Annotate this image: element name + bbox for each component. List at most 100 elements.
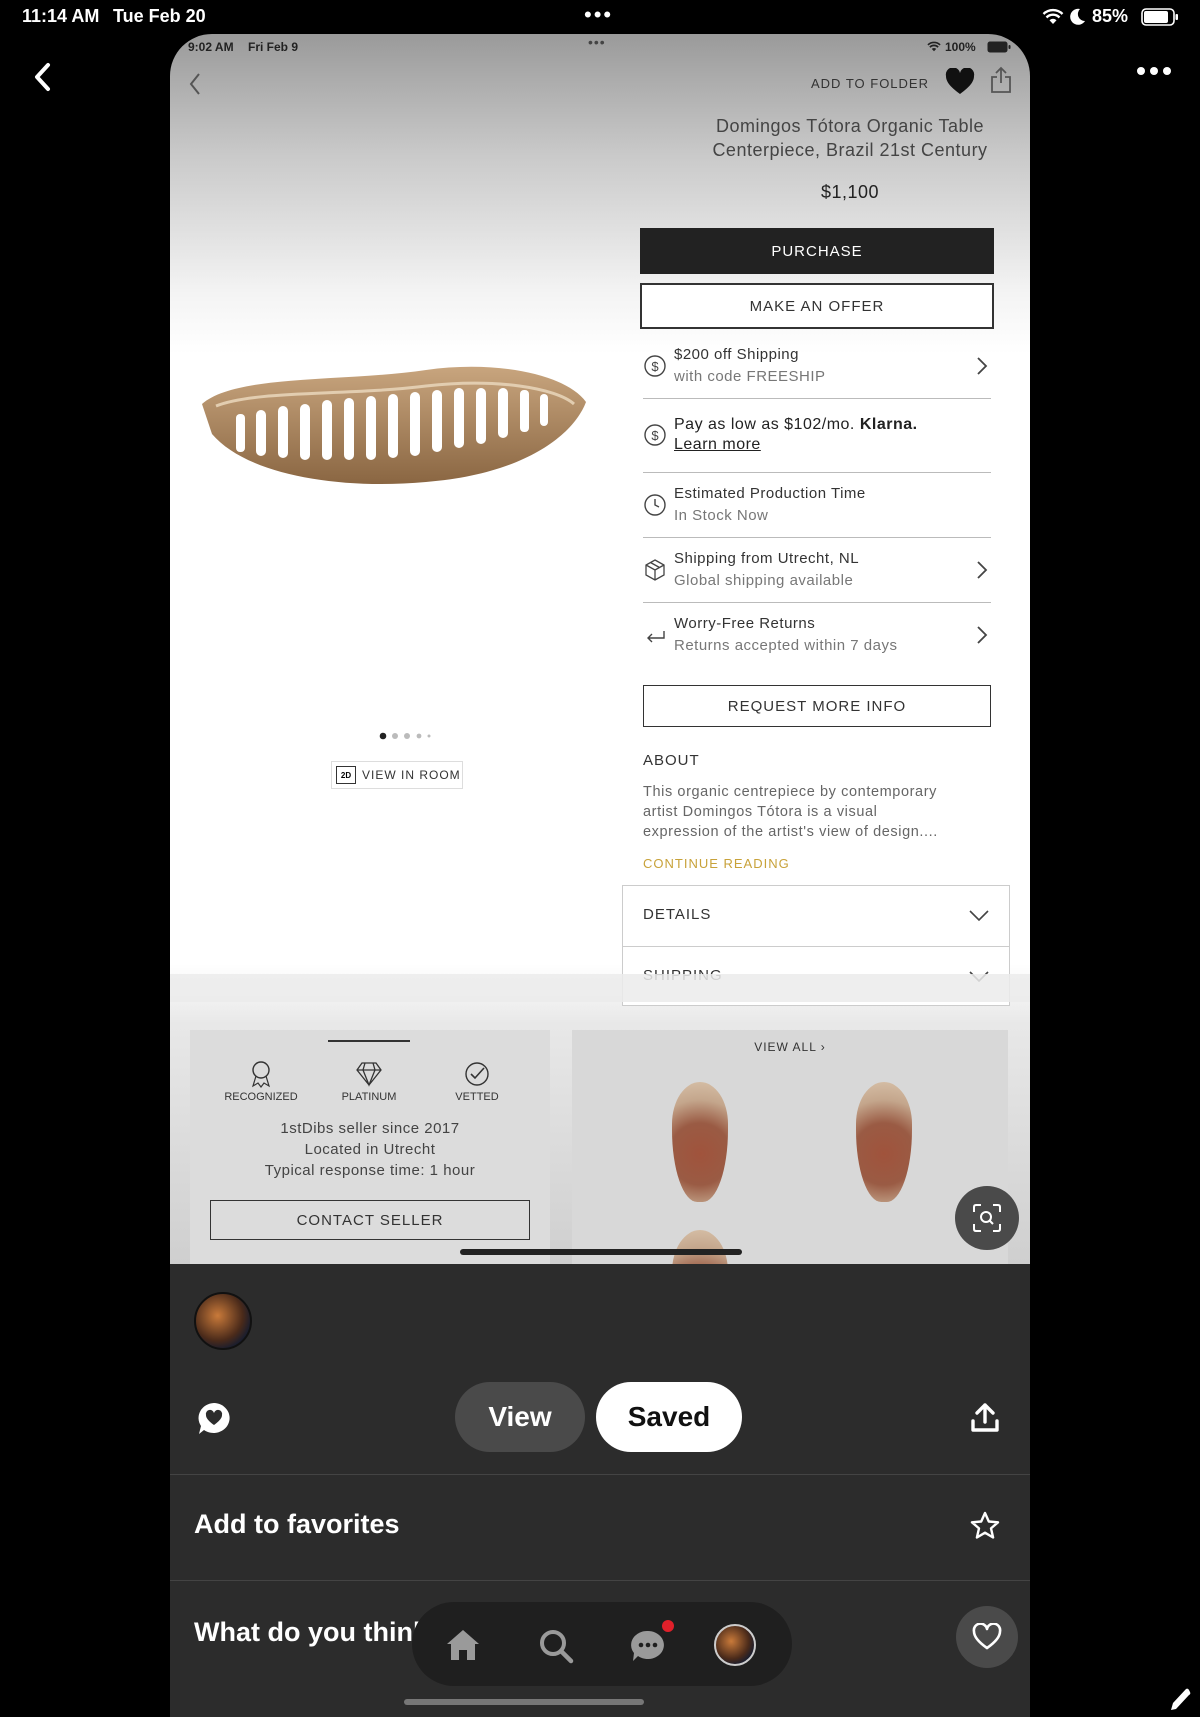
comment-heart-icon[interactable] [196,1401,232,1437]
make-offer-button[interactable]: MAKE AN OFFER [640,283,994,329]
returns-title: Worry-Free Returns [674,615,816,632]
shipping-promo-row[interactable]: $ $200 off Shipping with code FREESHIP [643,334,991,399]
carousel-indicator [328,1040,410,1042]
seller-response-time: Typical response time: 1 hour [264,1162,476,1179]
shipping-origin-title: Shipping from Utrecht, NL [674,550,860,567]
dollar-circle-icon: $ [644,355,666,377]
saved-button[interactable]: Saved [596,1382,742,1452]
details-label: DETAILS [643,906,712,923]
returns-row[interactable]: Worry-Free Returns Returns accepted with… [643,603,991,668]
back-chevron-icon[interactable] [32,62,52,92]
outer-battery-percent: 85% [1092,6,1129,26]
2d-badge-icon: 2D [336,766,356,784]
continue-reading-link[interactable]: CONTINUE READING [643,856,790,871]
details-accordion[interactable]: DETAILS [622,885,1010,947]
notification-dot [662,1620,674,1632]
clock-icon [644,494,666,516]
pin-action-sheet: View Saved Add to favorites What do you … [170,1264,1030,1717]
like-button[interactable] [956,1606,1018,1668]
seller-since: 1stDibs seller since 2017 [280,1120,460,1137]
shipping-origin-subtitle: Global shipping available [674,572,854,589]
heart-filled-icon[interactable] [945,68,975,96]
related-item-image[interactable] [672,1230,728,1264]
more-options-icon[interactable] [1136,64,1172,76]
about-heading: ABOUT [643,752,700,769]
svg-text:$: $ [651,428,659,443]
product-title: Domingos Tótora Organic Table Centerpiec… [712,116,988,160]
shipping-promo-title: $200 off Shipping [674,346,799,363]
view-in-room-button[interactable]: 2D VIEW IN ROOM [331,761,463,789]
pencil-icon[interactable] [1168,1686,1192,1712]
badge-recognized: RECOGNIZED [216,1060,306,1103]
moon-icon [1070,8,1085,25]
inner-home-indicator [460,1249,742,1255]
home-indicator [404,1699,644,1705]
chevron-right-icon [977,561,988,579]
avatar[interactable] [194,1292,252,1350]
wifi-icon [1042,8,1064,24]
klarna-brand: Klarna. [859,416,918,433]
divider [170,1474,1030,1475]
badge-vetted: VETTED [432,1060,522,1103]
seller-location: Located in Utrecht [304,1141,436,1158]
profile-avatar[interactable] [714,1624,756,1666]
inner-wifi-icon [927,41,941,52]
ribbon-icon [251,1061,271,1088]
screen: 11:14 AM Tue Feb 20 ••• 85% 9:02 AM Fri … [0,0,1200,1717]
production-time-title: Estimated Production Time [674,485,866,502]
purchase-button[interactable]: PURCHASE [640,228,994,274]
battery-icon [1141,8,1178,26]
request-more-info-button[interactable]: REQUEST MORE INFO [643,685,991,727]
inner-multitask-dots-icon: ••• [588,34,606,50]
search-icon[interactable] [538,1628,574,1664]
scroll-fade-overlay [170,974,1030,1002]
bottom-nav-bar [412,1602,792,1686]
diamond-icon [356,1062,382,1087]
shipping-promo-subtitle: with code FREESHIP [674,368,826,385]
inner-status-time: 9:02 AM [188,40,234,54]
about-text: This organic centrepiece by contemporary… [643,784,938,840]
package-icon [645,559,665,581]
view-all-link[interactable]: VIEW ALL › [572,1040,1008,1054]
production-time-subtitle: In Stock Now [674,507,769,524]
home-icon[interactable] [445,1628,481,1662]
chevron-down-icon [969,910,989,922]
image-pager-dots[interactable] [378,731,438,741]
klarna-text: Pay as low as $102/mo. Klarna. [674,416,918,433]
check-circle-icon [465,1062,489,1086]
divider [170,1580,1030,1581]
add-to-folder-link[interactable]: ADD TO FOLDER [811,76,929,91]
production-time-row: Estimated Production Time In Stock Now [643,473,991,538]
messages-icon[interactable] [629,1628,667,1664]
svg-text:$: $ [651,359,659,374]
visual-search-button[interactable] [955,1186,1019,1250]
pinned-screenshot[interactable]: 9:02 AM Fri Feb 9 ••• 100% ADD TO FOLDER… [170,34,1030,1264]
product-image[interactable] [196,334,596,494]
related-item-image[interactable] [672,1082,728,1202]
inner-status-date: Fri Feb 9 [248,40,299,54]
star-icon[interactable] [970,1511,1000,1541]
upload-share-icon[interactable] [970,1402,1000,1434]
product-price: $1,100 [820,182,880,202]
shipping-origin-row[interactable]: Shipping from Utrecht, NL Global shippin… [643,538,991,603]
related-item-image[interactable] [856,1082,912,1202]
chevron-right-icon [977,357,988,375]
seller-card: RECOGNIZED PLATINUM VETTED 1stDibs selle… [190,1030,550,1264]
outer-status-time: 11:14 AM [22,6,100,26]
learn-more-link[interactable]: Learn more [674,436,761,454]
share-icon[interactable] [990,66,1012,94]
badge-platinum-label: PLATINUM [341,1091,397,1103]
klarna-row[interactable]: $ Pay as low as $102/mo. Klarna. Learn m… [643,399,991,473]
add-to-favorites-label[interactable]: Add to favorites [194,1509,400,1540]
view-button[interactable]: View [455,1382,585,1452]
badge-recognized-label: RECOGNIZED [224,1091,298,1103]
dollar-circle-icon: $ [644,424,666,446]
contact-seller-button[interactable]: CONTACT SELLER [210,1200,530,1240]
heart-outline-icon [972,1623,1002,1650]
view-in-room-label: VIEW IN ROOM [362,768,461,782]
chevron-right-icon [977,626,988,644]
more-from-seller: VIEW ALL › [572,1030,1008,1264]
inner-back-icon[interactable] [188,72,202,96]
multitask-dots-icon[interactable]: ••• [584,2,613,28]
return-arrow-icon [647,631,665,643]
